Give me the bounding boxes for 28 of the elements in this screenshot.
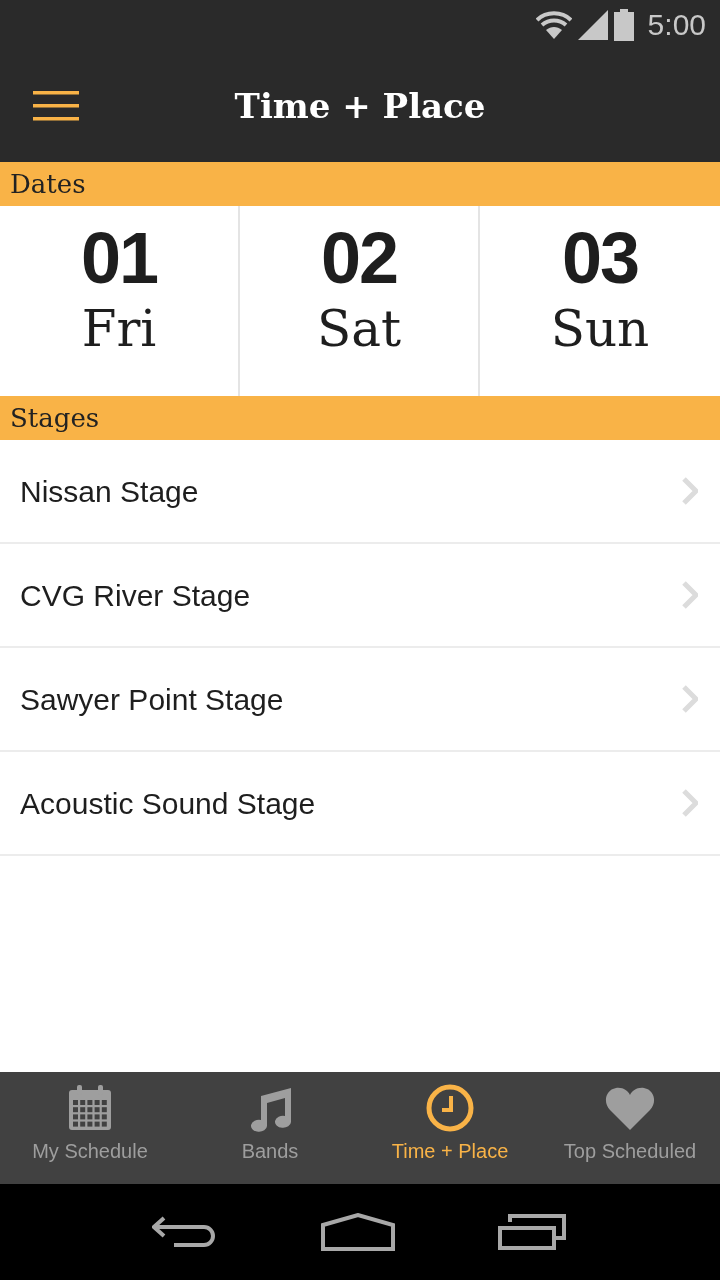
status-time: 5:00 [647, 10, 706, 40]
stage-row[interactable]: Nissan Stage [0, 440, 720, 544]
tab[interactable]: My Schedule [0, 1072, 180, 1184]
chevron-right-icon [682, 685, 698, 713]
calendar-icon [67, 1084, 113, 1132]
chevron-right-icon [682, 581, 698, 609]
section-header: Dates [0, 162, 720, 206]
wifi-icon [535, 11, 572, 39]
clock-icon [426, 1084, 474, 1132]
chevron-right-icon [682, 789, 698, 817]
section-header: Stages [0, 396, 720, 440]
heart-icon [605, 1086, 655, 1130]
menu-button[interactable] [30, 88, 82, 124]
date-button[interactable]: 03 Sun [480, 206, 720, 396]
stage-row[interactable]: Sawyer Point Stage [0, 648, 720, 752]
signal-icon [577, 10, 608, 40]
back-icon[interactable] [151, 1214, 218, 1250]
chevron-right-icon [682, 477, 698, 505]
tab[interactable]: Bands [180, 1072, 360, 1184]
stage-row[interactable]: Acoustic Sound Stage [0, 752, 720, 856]
battery-icon [613, 9, 634, 41]
stage-row[interactable]: CVG River Stage [0, 544, 720, 648]
menu-icon [33, 91, 79, 121]
screen-title: Time + Place [234, 89, 486, 123]
tab[interactable]: Time + Place [360, 1072, 540, 1184]
tab[interactable]: Top Scheduled [540, 1072, 720, 1184]
home-icon[interactable] [321, 1213, 395, 1251]
recent-apps-icon[interactable] [498, 1214, 569, 1250]
